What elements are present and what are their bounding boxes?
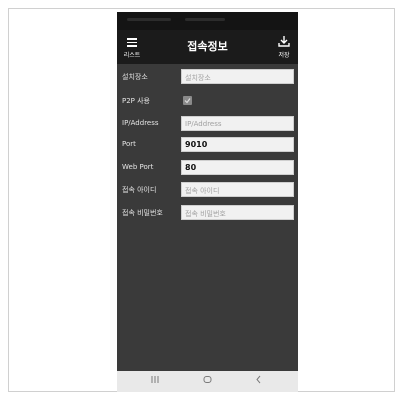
password-row: 접속 비밀번호 접속 비밀번호 (117, 205, 298, 222)
p2p-label: P2P 사용 (122, 97, 151, 105)
port-label: Port (122, 140, 136, 148)
location-label: 설치장소 (122, 73, 148, 81)
back-icon[interactable] (255, 375, 262, 387)
check-icon (184, 98, 191, 104)
ip-address-input[interactable]: IP/Address (181, 116, 294, 131)
web-port-label: Web Port (122, 163, 154, 171)
page-title: 접속정보 (187, 40, 228, 53)
p2p-checkbox[interactable] (183, 96, 192, 105)
port-row: Port 9010 (117, 137, 298, 154)
ip-label: IP/Address (122, 119, 159, 127)
p2p-row: P2P 사용 (117, 93, 298, 110)
status-bar-blurred-icons (127, 18, 171, 21)
ip-row: IP/Address IP/Address (117, 116, 298, 133)
recent-apps-icon[interactable] (151, 375, 159, 387)
status-bar (117, 12, 298, 30)
web-port-row: Web Port 80 (117, 160, 298, 177)
user-id-label: 접속 아이디 (122, 186, 157, 194)
password-label: 접속 비밀번호 (122, 209, 163, 217)
status-bar-blurred-info (185, 18, 225, 21)
download-icon (278, 36, 290, 47)
save-label: 저장 (278, 52, 290, 59)
home-icon[interactable] (203, 375, 212, 387)
port-input[interactable]: 9010 (181, 137, 294, 152)
location-row: 설치장소 설치장소 (117, 69, 298, 86)
web-port-input[interactable]: 80 (181, 160, 294, 175)
user-id-input[interactable]: 접속 아이디 (181, 182, 294, 197)
app-bar: 리스트 접속정보 저장 (117, 30, 298, 64)
user-id-row: 접속 아이디 접속 아이디 (117, 182, 298, 199)
phone-screen: 리스트 접속정보 저장 설치장소 설치장소 P2P 사용 IP/Address … (117, 12, 298, 392)
location-input[interactable]: 설치장소 (181, 69, 294, 84)
password-input[interactable]: 접속 비밀번호 (181, 205, 294, 220)
system-navigation-bar (117, 371, 298, 392)
save-button[interactable]: 저장 (273, 33, 295, 61)
